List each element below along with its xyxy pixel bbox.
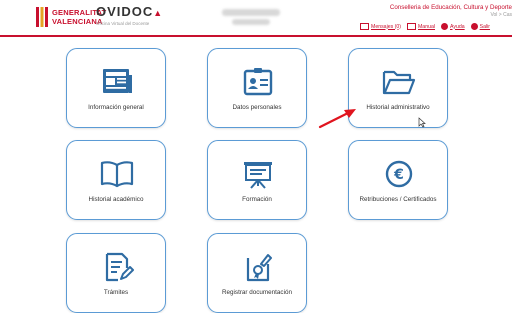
messages-label: Mensajes (0) bbox=[371, 23, 401, 30]
logout-label: Salir bbox=[479, 23, 491, 30]
tile-informacion-general[interactable]: Información general bbox=[66, 48, 166, 128]
app-subtitle: Oficina Virtual del Docente bbox=[96, 21, 150, 26]
manual-label: Manual bbox=[417, 23, 435, 30]
euro-icon: € bbox=[385, 160, 413, 188]
tile-label: Datos personales bbox=[232, 104, 282, 111]
folder-open-icon bbox=[382, 70, 416, 95]
envelope-icon bbox=[360, 23, 369, 30]
id-card-icon bbox=[243, 68, 273, 96]
tile-formacion[interactable]: Formación bbox=[207, 140, 307, 220]
tile-historial-academico[interactable]: Historial académico bbox=[66, 140, 166, 220]
newspaper-icon bbox=[103, 69, 132, 93]
blurred-user-name bbox=[222, 9, 280, 16]
power-icon bbox=[470, 23, 478, 30]
language-switch[interactable]: Vol > Cas bbox=[490, 12, 512, 18]
header-divider bbox=[0, 35, 512, 37]
blurred-user-detail bbox=[232, 19, 270, 25]
tile-label: Retribuciones / Certificados bbox=[359, 196, 437, 203]
open-book-icon bbox=[100, 161, 134, 188]
generalitat-emblem-icon bbox=[36, 7, 48, 27]
tile-label: Formación bbox=[242, 196, 272, 203]
tile-tramites[interactable]: Trámites bbox=[66, 233, 166, 313]
annotation-arrow-icon bbox=[318, 109, 356, 129]
help-icon bbox=[441, 23, 448, 30]
app-header: GENERALITAT VALENCIANA OVIDOC▲ Oficina V… bbox=[0, 0, 512, 37]
tile-label: Historial académico bbox=[88, 196, 144, 203]
tile-retribuciones-certificados[interactable]: € Retribuciones / Certificados bbox=[348, 140, 448, 220]
logout-link[interactable]: Salir bbox=[470, 23, 491, 30]
tile-historial-administrativo[interactable]: Historial administrativo bbox=[348, 48, 448, 128]
tile-datos-personales[interactable]: Datos personales bbox=[207, 48, 307, 128]
help-label: Ayuda bbox=[450, 23, 465, 30]
tile-label: Trámites bbox=[103, 289, 129, 296]
document-edit-icon bbox=[105, 252, 134, 282]
app-name: OVIDOC bbox=[96, 4, 154, 19]
messages-link[interactable]: Mensajes (0) bbox=[360, 23, 401, 30]
graduation-cap-icon: ▲ bbox=[153, 8, 164, 18]
manual-link[interactable]: Manual bbox=[406, 23, 435, 30]
svg-text:€: € bbox=[393, 167, 404, 183]
document-seal-icon bbox=[246, 254, 272, 282]
ovidoc-logo[interactable]: OVIDOC▲ Oficina Virtual del Docente bbox=[96, 4, 164, 27]
department-name: Conselleria de Educación, Cultura y Depo… bbox=[389, 4, 512, 11]
presentation-board-icon bbox=[244, 162, 272, 189]
book-icon bbox=[406, 23, 416, 30]
tile-registrar-documentacion[interactable]: Registrar documentación bbox=[207, 233, 307, 313]
tile-label: Historial administrativo bbox=[366, 104, 430, 111]
tile-label: Registrar documentación bbox=[221, 289, 292, 296]
help-link[interactable]: Ayuda bbox=[441, 23, 465, 30]
mouse-cursor-icon bbox=[418, 117, 426, 128]
tile-label: Información general bbox=[88, 104, 144, 111]
top-links: Mensajes (0) Manual Ayuda Salir bbox=[360, 23, 490, 30]
